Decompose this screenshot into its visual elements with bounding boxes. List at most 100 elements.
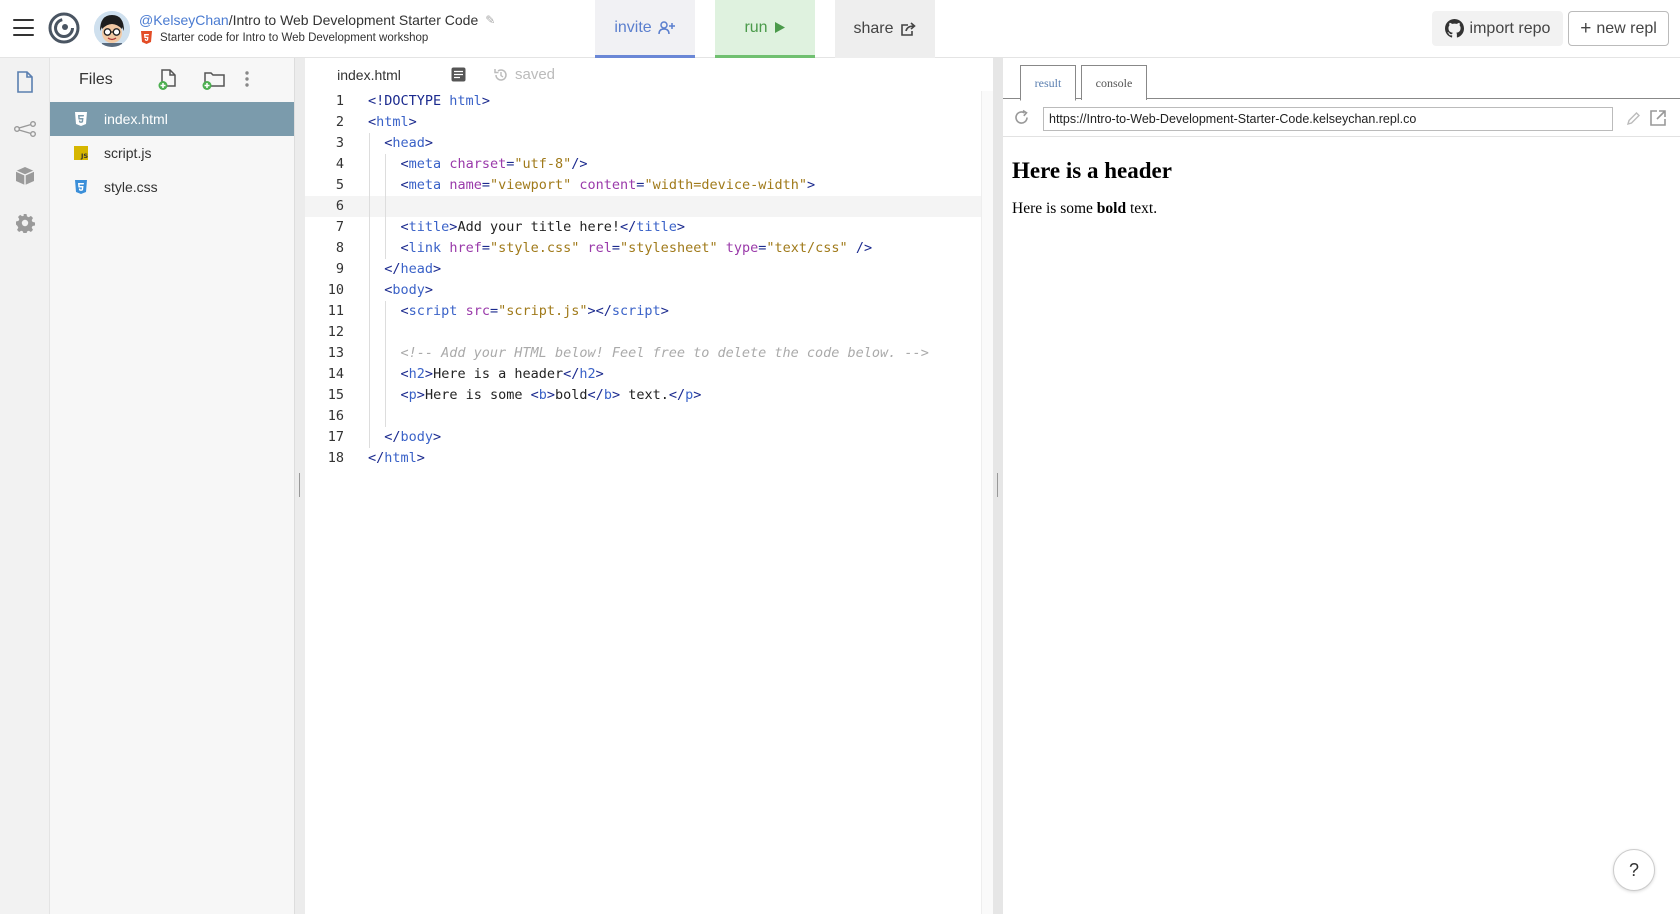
code-line: 9 </head>	[305, 259, 981, 280]
repl-name[interactable]: Intro to Web Development Starter Code	[233, 12, 479, 28]
code-line: 10 <body>	[305, 280, 981, 301]
web-preview: Here is a header Here is some bold text.	[1012, 158, 1172, 218]
settings-gear-icon[interactable]	[13, 211, 37, 235]
reload-icon[interactable]	[1013, 109, 1030, 131]
css3-file-icon	[74, 180, 88, 194]
tab-console[interactable]: console	[1081, 65, 1147, 100]
files-header: Files	[50, 58, 294, 102]
owner-link[interactable]: @KelseyChan	[139, 12, 229, 28]
add-file-icon[interactable]	[158, 69, 178, 96]
packages-icon[interactable]	[13, 164, 37, 188]
url-input[interactable]	[1043, 107, 1613, 131]
svg-text:JS: JS	[80, 152, 88, 160]
new-repl-label: new repl	[1596, 19, 1657, 37]
share-button[interactable]: share	[835, 0, 935, 58]
github-icon	[1444, 19, 1464, 38]
invite-button[interactable]: invite	[595, 0, 695, 58]
menu-icon[interactable]	[13, 19, 34, 36]
save-status: saved	[493, 66, 555, 83]
result-pane: result console Here is a header Here is …	[1003, 58, 1680, 914]
html5-icon	[141, 31, 152, 44]
code-area[interactable]: 1 <!DOCTYPE html> 2 <html> 3 <head> 4 <met…	[305, 91, 981, 469]
preview-header: Here is a header	[1012, 158, 1172, 183]
resize-handle-right[interactable]	[993, 58, 1003, 914]
preview-text-after: text.	[1126, 200, 1158, 217]
code-text: </head>	[384, 261, 442, 277]
play-icon	[774, 21, 786, 34]
line-number: 2	[335, 114, 344, 130]
line-number: 15	[327, 387, 344, 403]
share-label: share	[853, 20, 894, 37]
code-line: 3 <head>	[305, 133, 981, 154]
editor-tabs: index.html saved	[305, 58, 993, 91]
code-text: <html>	[368, 114, 417, 130]
line-number: 12	[327, 324, 344, 340]
share-icon	[900, 21, 917, 37]
repl-logo-icon[interactable]	[48, 12, 80, 44]
code-line: 8 <link href="style.css" rel="stylesheet…	[305, 238, 981, 259]
code-line: 11 <script src="script.js"></script>	[305, 301, 981, 322]
version-control-icon[interactable]	[13, 117, 37, 141]
add-folder-icon[interactable]	[202, 69, 226, 96]
code-text: <!-- Add your HTML below! Feel free to d…	[400, 345, 929, 361]
plus-icon: +	[1580, 18, 1592, 39]
line-number: 4	[335, 156, 344, 172]
invite-label: invite	[614, 18, 652, 36]
preview-text-bold: bold	[1096, 200, 1127, 217]
code-line: 15 <p>Here is some <b>bold</b> text.</p>	[305, 385, 981, 406]
sidebar-rail	[0, 58, 50, 914]
avatar[interactable]	[94, 11, 130, 47]
code-editor: index.html saved 1 <!DOCTYPE html> 2 <html…	[295, 58, 993, 914]
open-in-new-tab-icon[interactable]	[1649, 109, 1667, 132]
file-item-style-css[interactable]: style.css	[50, 170, 294, 204]
file-item-script-js[interactable]: JS script.js	[50, 136, 294, 170]
code-line: 13 <!-- Add your HTML below! Feel free t…	[305, 343, 981, 364]
more-options-icon[interactable]	[244, 69, 250, 94]
code-text: <body>	[384, 282, 434, 298]
import-repo-button[interactable]: import repo	[1432, 11, 1563, 46]
code-line: 1 <!DOCTYPE html>	[305, 91, 981, 112]
editor-scrollbar[interactable]	[981, 91, 993, 914]
code-line: 2 <html>	[305, 112, 981, 133]
run-button[interactable]: run	[715, 0, 815, 58]
code-text: </body>	[384, 429, 442, 445]
line-number: 1	[335, 93, 344, 109]
file-name: script.js	[104, 145, 152, 161]
line-number: 3	[335, 135, 344, 151]
file-name: index.html	[104, 111, 168, 127]
format-document-icon[interactable]	[451, 67, 466, 87]
code-line: 16	[305, 406, 981, 427]
code-text: <title>Add your title here!</title>	[400, 219, 686, 235]
files-icon[interactable]	[13, 70, 37, 94]
files-title: Files	[79, 71, 113, 88]
repl-description-text: Starter code for Intro to Web Developmen…	[160, 31, 429, 44]
history-icon	[494, 68, 507, 81]
new-repl-button[interactable]: + new repl	[1568, 11, 1669, 46]
line-number: 11	[327, 303, 344, 319]
import-repo-label: import repo	[1469, 19, 1551, 37]
code-line: 5 <meta name="viewport" content="width=d…	[305, 175, 981, 196]
help-button[interactable]: ?	[1613, 849, 1655, 891]
edit-url-icon[interactable]	[1626, 111, 1641, 131]
code-text: <meta charset="utf-8"/>	[400, 156, 588, 172]
line-number: 6	[335, 198, 344, 214]
preview-text-before: Here is some	[1012, 200, 1097, 217]
file-item-index-html[interactable]: index.html	[50, 102, 294, 136]
tab-index-html[interactable]: index.html	[305, 58, 433, 91]
edit-pencil-icon[interactable]: ✎	[485, 13, 495, 27]
line-number: 14	[327, 366, 344, 382]
preview-paragraph: Here is some bold text.	[1012, 200, 1172, 218]
code-line: 17 </body>	[305, 427, 981, 448]
html5-file-icon	[74, 112, 88, 126]
tab-result[interactable]: result	[1020, 65, 1076, 101]
repl-description: Starter code for Intro to Web Developmen…	[141, 31, 428, 44]
line-number: 10	[327, 282, 344, 298]
code-line: 12	[305, 322, 981, 343]
resize-handle-left[interactable]	[295, 58, 305, 914]
file-name: style.css	[104, 179, 158, 195]
line-number: 13	[327, 345, 344, 361]
code-text: <meta name="viewport" content="width=dev…	[400, 177, 816, 193]
saved-label: saved	[515, 66, 556, 83]
code-text: <p>Here is some <b>bold</b> text.</p>	[400, 387, 702, 403]
code-text: <h2>Here is a header</h2>	[400, 366, 604, 382]
